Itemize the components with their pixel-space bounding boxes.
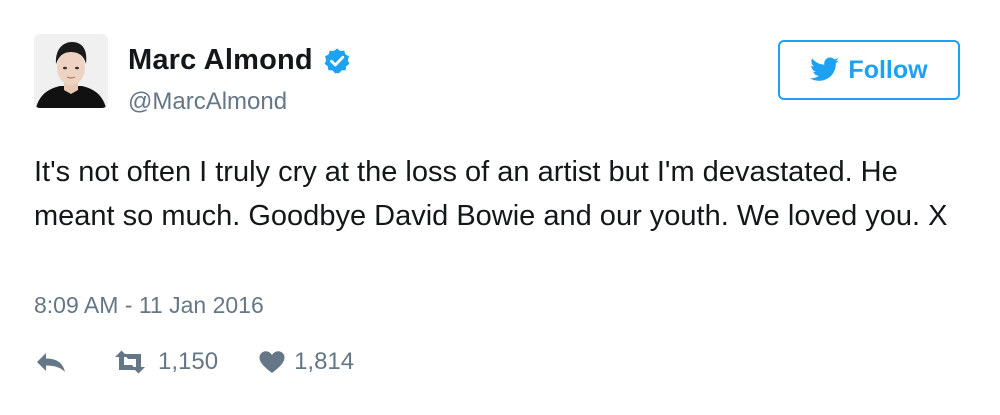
- follow-button[interactable]: Follow: [778, 40, 960, 100]
- like-count: 1,814: [294, 348, 355, 375]
- tweet-actions: 1,150 1,814: [34, 348, 354, 376]
- verified-badge-icon: [323, 47, 351, 75]
- retweet-count: 1,150: [158, 348, 219, 375]
- reply-button[interactable]: [34, 350, 68, 374]
- avatar[interactable]: [34, 34, 108, 108]
- twitter-bird-icon: [810, 57, 840, 81]
- follow-label: Follow: [848, 55, 928, 84]
- display-name[interactable]: Marc Almond: [128, 44, 313, 77]
- heart-icon: [259, 351, 285, 373]
- retweet-button[interactable]: 1,150: [112, 348, 218, 376]
- reply-icon: [37, 353, 65, 372]
- like-button[interactable]: 1,814: [258, 348, 354, 376]
- tweet-text: It's not often I truly cry at the loss o…: [34, 156, 948, 232]
- tweet-timestamp[interactable]: 8:09 AM - 11 Jan 2016: [34, 292, 264, 319]
- profile-photo-icon: [34, 34, 108, 108]
- name-row: Marc Almond: [128, 44, 351, 77]
- user-handle[interactable]: @MarcAlmond: [128, 88, 287, 116]
- retweet-icon: [115, 350, 145, 374]
- tweet-card: Marc Almond @MarcAlmond Follow It's not …: [0, 0, 1000, 415]
